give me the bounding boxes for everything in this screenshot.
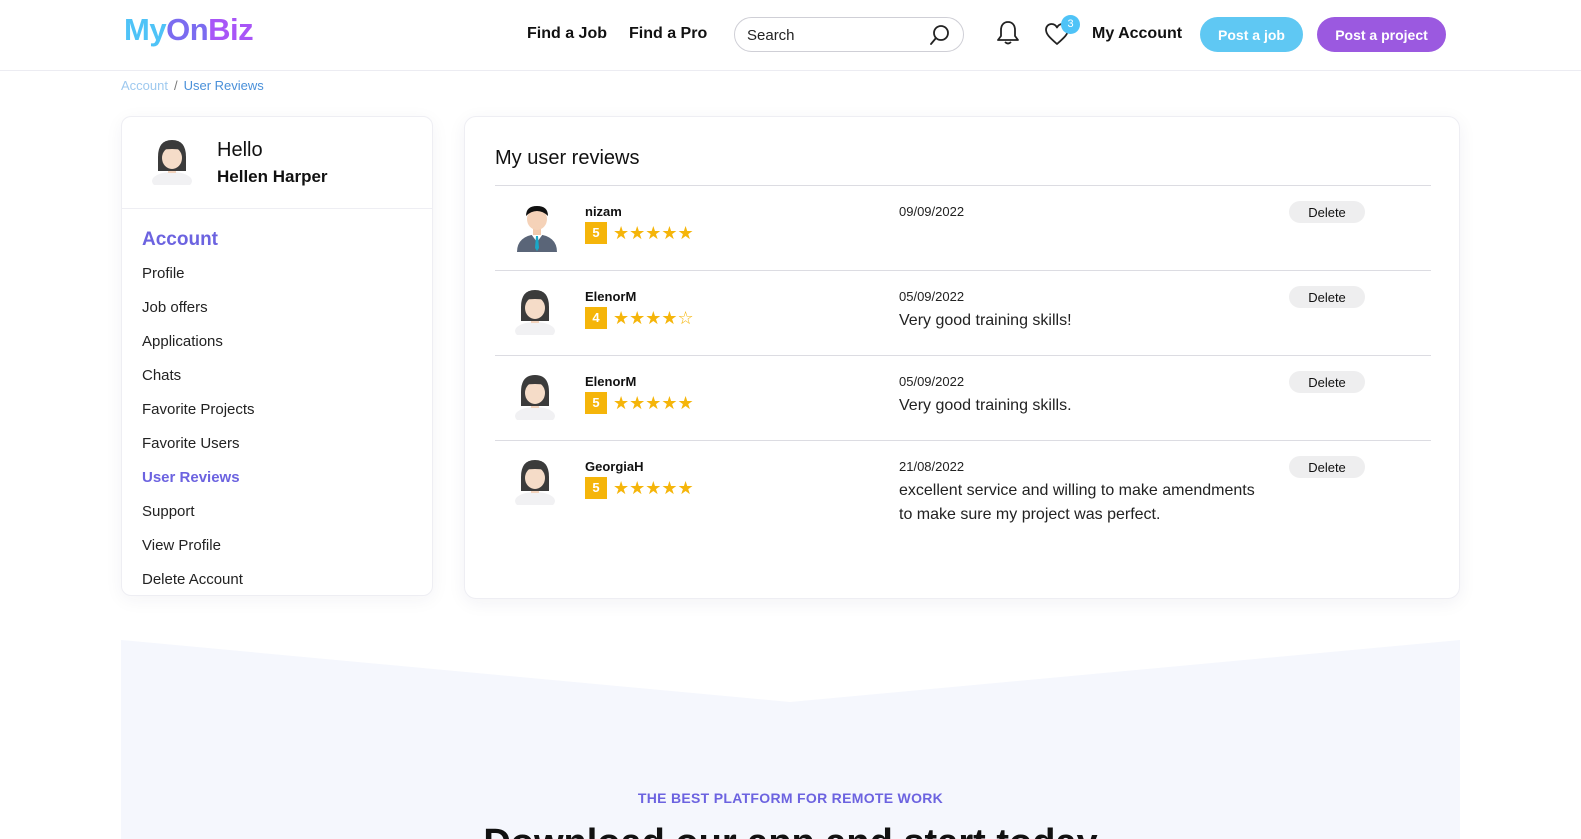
sidebar-user-name: Hellen Harper: [217, 167, 328, 186]
sidebar-item-job-offers[interactable]: Job offers: [142, 299, 208, 316]
review-row: ElenorM 4 ★★★★☆ 05/09/2022 Very good trainin…: [495, 270, 1431, 355]
star-rating-icon: ★★★★☆: [613, 307, 694, 329]
header: MyOnBiz Find a Job Find a Pro 3 My Accou…: [0, 0, 1581, 71]
review-rating: 5 ★★★★★: [585, 222, 694, 244]
post-project-button[interactable]: Post a project: [1317, 17, 1446, 52]
review-date: 09/09/2022: [899, 204, 965, 219]
sidebar-item-applications[interactable]: Applications: [142, 333, 223, 350]
woman-avatar-icon: [513, 372, 557, 425]
woman-avatar-icon: [150, 137, 194, 190]
sidebar-item-delete-account[interactable]: Delete Account: [142, 571, 243, 588]
page-title: My user reviews: [495, 147, 640, 169]
sidebar-item-support[interactable]: Support: [142, 503, 195, 520]
star-rating-icon: ★★★★★: [613, 477, 694, 499]
sidebar-item-view-profile[interactable]: View Profile: [142, 537, 221, 554]
review-row: GeorgiaH 5 ★★★★★ 21/08/2022 excellent servic…: [495, 440, 1431, 560]
logo-part-biz: Biz: [208, 12, 254, 47]
app-promo-section: THE BEST PLATFORM FOR REMOTE WORK Downlo…: [121, 640, 1460, 839]
rating-score-badge: 4: [585, 307, 607, 329]
breadcrumb-account[interactable]: Account: [121, 78, 168, 93]
sidebar-item-favorite-users[interactable]: Favorite Users: [142, 435, 240, 452]
sidebar-item-profile[interactable]: Profile: [142, 265, 185, 282]
post-job-button[interactable]: Post a job: [1200, 17, 1303, 52]
review-rating: 5 ★★★★★: [585, 392, 694, 414]
breadcrumb-separator: /: [173, 78, 178, 93]
review-date: 05/09/2022: [899, 374, 965, 389]
logo[interactable]: MyOnBiz: [124, 12, 254, 48]
review-text: excellent service and willing to make am…: [899, 482, 1255, 523]
rating-score-badge: 5: [585, 477, 607, 499]
promo-notch-shape: [121, 640, 1460, 702]
star-rating-icon: ★★★★★: [613, 222, 694, 244]
search-box: [734, 17, 964, 52]
sidebar-item-user-reviews[interactable]: User Reviews: [142, 469, 240, 486]
user-reviews-card: My user reviews nizam 5 ★★★★★ 09/09/2022 Del…: [464, 116, 1460, 599]
breadcrumb: Account / User Reviews: [121, 78, 264, 93]
woman-avatar-icon: [513, 287, 557, 340]
review-date: 21/08/2022: [899, 459, 965, 474]
review-date: 05/09/2022: [899, 289, 965, 304]
search-icon[interactable]: [929, 24, 951, 51]
review-rating: 5 ★★★★★: [585, 477, 694, 499]
reviewer-name[interactable]: ElenorM: [585, 374, 636, 389]
my-account-link[interactable]: My Account: [1092, 25, 1182, 43]
review-row: ElenorM 5 ★★★★★ 05/09/2022 Very good trainin…: [495, 355, 1431, 440]
delete-review-button[interactable]: Delete: [1289, 371, 1365, 393]
review-text: Very good training skills.: [899, 397, 1072, 414]
woman-avatar-icon: [513, 457, 557, 510]
reviewer-name[interactable]: ElenorM: [585, 289, 636, 304]
sidebar-item-favorite-projects[interactable]: Favorite Projects: [142, 401, 255, 418]
delete-review-button[interactable]: Delete: [1289, 201, 1365, 223]
rating-score-badge: 5: [585, 222, 607, 244]
bell-icon[interactable]: [996, 20, 1020, 51]
promo-kicker: THE BEST PLATFORM FOR REMOTE WORK: [637, 790, 944, 806]
review-rating: 4 ★★★★☆: [585, 307, 694, 329]
nav-find-a-pro[interactable]: Find a Pro: [629, 25, 707, 43]
logo-part-my: My: [124, 12, 167, 47]
logo-part-on: On: [166, 12, 209, 47]
delete-review-button[interactable]: Delete: [1289, 456, 1365, 478]
nav-find-a-job[interactable]: Find a Job: [527, 25, 607, 43]
man-avatar-icon: [513, 202, 561, 257]
review-row: nizam 5 ★★★★★ 09/09/2022 Delete: [495, 185, 1431, 270]
sidebar-item-chats[interactable]: Chats: [142, 367, 181, 384]
star-rating-icon: ★★★★★: [613, 392, 694, 414]
delete-review-button[interactable]: Delete: [1289, 286, 1365, 308]
breadcrumb-current: User Reviews: [183, 78, 264, 93]
account-sidebar: Hello Hellen Harper Account Profile Job o…: [121, 116, 433, 596]
review-text: Very good training skills!: [899, 312, 1072, 329]
sidebar-heading-account: Account: [142, 229, 218, 250]
sidebar-hello: Hello: [217, 139, 263, 161]
favorites-count-badge: 3: [1061, 15, 1080, 34]
reviewer-name[interactable]: GeorgiaH: [585, 459, 644, 474]
sidebar-user-header: Hello Hellen Harper: [122, 117, 432, 209]
search-input[interactable]: [747, 25, 917, 45]
promo-title: Download our app and start today: [121, 822, 1460, 839]
rating-score-badge: 5: [585, 392, 607, 414]
reviewer-name[interactable]: nizam: [585, 204, 622, 219]
